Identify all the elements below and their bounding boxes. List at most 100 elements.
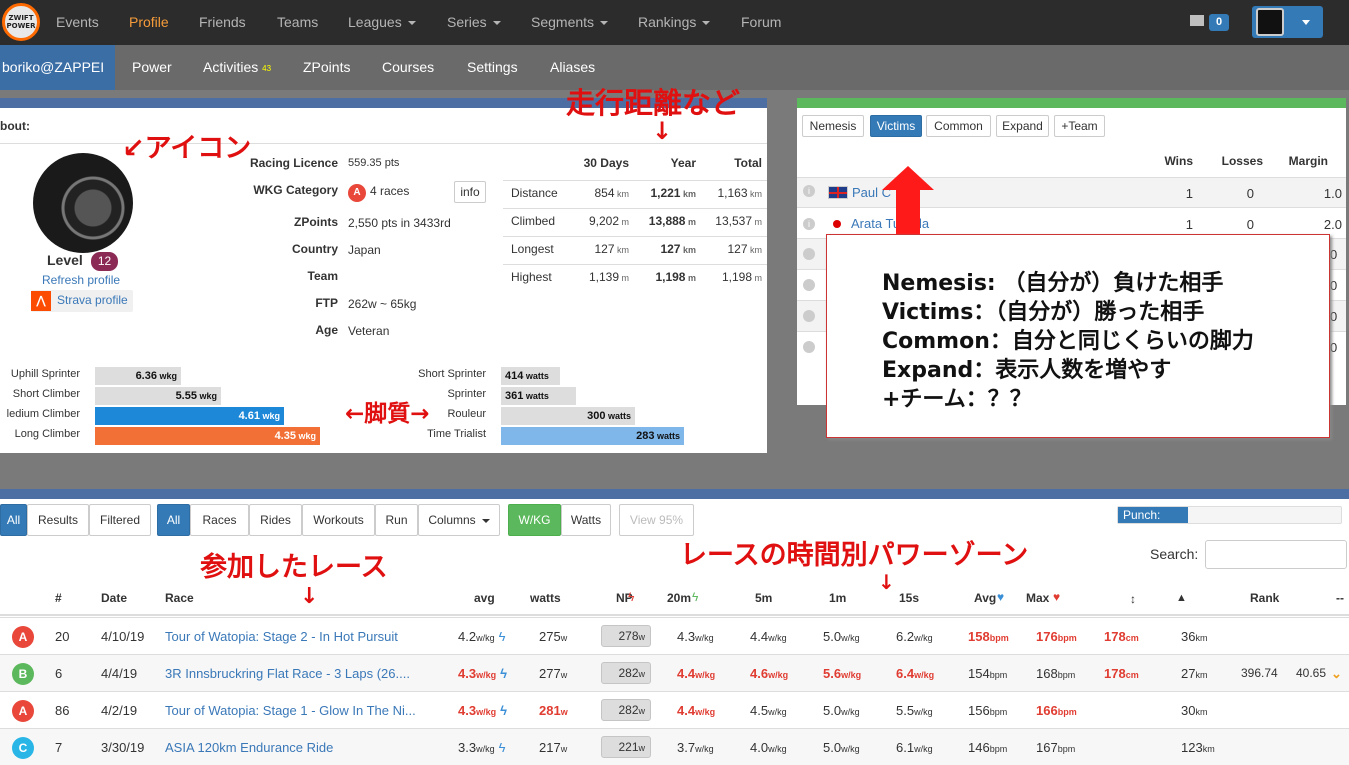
nav-events[interactable]: Events [56, 0, 99, 45]
annotation-legs: ←脚質→ [345, 401, 430, 427]
user-menu-button[interactable] [1252, 6, 1323, 38]
strength-value: 283 [636, 430, 655, 442]
info-button[interactable]: info [454, 181, 486, 203]
filter-columns[interactable]: Columns [418, 504, 500, 536]
nav-forum[interactable]: Forum [741, 0, 781, 45]
strava-profile-button[interactable]: ⋀ Strava profile [31, 290, 133, 312]
nav-friends[interactable]: Friends [199, 0, 246, 45]
table-header-cell[interactable]: 20m [667, 591, 691, 605]
subnav-activities[interactable]: Activities 43 [203, 45, 271, 90]
strength-value: 6.36 [135, 370, 157, 382]
tab-expand[interactable]: Expand [996, 115, 1049, 137]
table-row[interactable]: A 20 4/10/19 Tour of Watopia: Stage 2 - In … [0, 617, 1349, 654]
view-percent-button[interactable]: View 95% [619, 504, 694, 536]
nav-series[interactable]: Series [447, 0, 501, 45]
mail-count-badge[interactable]: 0 [1209, 14, 1229, 31]
info-icon[interactable] [803, 341, 815, 353]
filter-run[interactable]: Run [375, 504, 418, 536]
nav-segments[interactable]: Segments [531, 0, 609, 45]
value: 166 [1036, 703, 1058, 718]
table-header-cell[interactable]: -- [1336, 591, 1344, 605]
race-name-link[interactable]: Tour of Watopia: Stage 2 - In Hot Pursui… [165, 629, 440, 644]
table-header-cell[interactable]: watts [530, 591, 561, 605]
unit: w [638, 706, 646, 716]
unit: w/kg [476, 707, 497, 717]
table-row[interactable]: A 86 4/2/19 Tour of Watopia: Stage 1 - Glow… [0, 691, 1349, 728]
info-icon[interactable] [803, 279, 815, 291]
nav-rankings[interactable]: Rankings [638, 0, 711, 45]
zwiftpower-logo[interactable]: ZWIFT POWER [2, 3, 40, 41]
unit: w/kg [914, 633, 933, 643]
category-badge: B [12, 663, 34, 685]
filter-filtered[interactable]: Filtered [89, 504, 151, 536]
table-header-cell[interactable]: Race [165, 591, 194, 605]
filter-all[interactable]: All [0, 504, 27, 536]
value: 4.6 [750, 666, 769, 681]
info-icon[interactable] [803, 310, 815, 322]
table-row[interactable]: C 7 3/30/19 ASIA 120km Endurance Ride 3.3w/k… [0, 728, 1349, 765]
table-header-cell[interactable]: # [55, 591, 62, 605]
filter-all[interactable]: All [157, 504, 190, 536]
tab-victims[interactable]: Victims [870, 115, 922, 137]
tab-common[interactable]: Common [926, 115, 991, 137]
table-header-cell[interactable]: Date [101, 591, 127, 605]
table-header-cell[interactable]: avg [474, 591, 495, 605]
unit: km [747, 189, 762, 199]
divider [503, 236, 767, 237]
value: 168 [1036, 666, 1058, 681]
table-row[interactable]: B 6 4/4/19 3R Innsbruckring Flat Race - 3 L… [0, 654, 1349, 691]
filter-watts[interactable]: Watts [561, 504, 611, 536]
filter-races[interactable]: Races [190, 504, 249, 536]
table-header-cell[interactable]: Max [1026, 591, 1049, 605]
subnav-power[interactable]: Power [132, 45, 172, 90]
nav-teams[interactable]: Teams [277, 0, 318, 45]
race-date: 4/10/19 [101, 629, 145, 644]
unit: wkg [156, 371, 177, 381]
chevron-down-icon[interactable]: ⌄ [1331, 666, 1342, 682]
table-header-cell[interactable]: 1m [829, 591, 846, 605]
subnav-courses[interactable]: Courses [382, 45, 434, 90]
table-header-cell[interactable]: 15s [899, 591, 919, 605]
tab-nemesis[interactable]: Nemesis [802, 115, 864, 137]
tab-plus-team[interactable]: +Team [1054, 115, 1105, 137]
race-name-link[interactable]: Tour of Watopia: Stage 1 - Glow In The N… [165, 703, 440, 718]
nav-leagues[interactable]: Leagues [348, 0, 416, 45]
value: 277 [539, 666, 561, 681]
value: 127 [660, 242, 681, 256]
hr-avg: 156bpm [968, 703, 1007, 718]
filter-workouts[interactable]: Workouts [302, 504, 375, 536]
race-name-link[interactable]: 3R Innsbruckring Flat Race - 3 Laps (26.… [165, 666, 440, 681]
subnav-user[interactable]: boriko@ZAPPEI [0, 45, 115, 90]
table-header-cell[interactable]: Avg [974, 591, 996, 605]
subnav-zpoints[interactable]: ZPoints [303, 45, 350, 90]
header-label: Rank [1250, 591, 1280, 605]
unit: watts [605, 411, 631, 421]
country-label: Country [292, 242, 338, 256]
nav-series-label: Series [447, 14, 487, 30]
filter-wkg[interactable]: W/KG [508, 504, 561, 536]
race-name-link[interactable]: ASIA 120km Endurance Ride [165, 740, 440, 755]
value: 146 [968, 740, 990, 755]
info-icon[interactable] [803, 248, 815, 260]
filter-rides[interactable]: Rides [249, 504, 302, 536]
avg-watts: 217w [539, 740, 567, 755]
punch-bar: Punch: [1117, 506, 1342, 524]
refresh-profile-link[interactable]: Refresh profile [42, 273, 120, 287]
table-header-cell[interactable]: Rank [1250, 591, 1279, 605]
value: 6.1 [896, 740, 915, 755]
nav-profile[interactable]: Profile [129, 0, 169, 45]
height-value: 178cm [1104, 666, 1139, 681]
info-icon[interactable]: i [803, 218, 815, 230]
distance-value: 30km [1181, 703, 1207, 718]
strava-profile-label: Strava profile [57, 293, 128, 307]
value: 4.4 [677, 703, 696, 718]
search-input[interactable] [1205, 540, 1347, 569]
heart-icon: ♥ [997, 590, 1005, 604]
unit: w/kg [914, 707, 933, 717]
filter-results[interactable]: Results [27, 504, 89, 536]
mail-icon[interactable] [1190, 15, 1204, 26]
hr-max: 166bpm [1036, 703, 1077, 718]
table-header-cell[interactable]: 5m [755, 591, 772, 605]
subnav-settings[interactable]: Settings [467, 45, 518, 90]
info-icon[interactable]: i [803, 185, 815, 197]
